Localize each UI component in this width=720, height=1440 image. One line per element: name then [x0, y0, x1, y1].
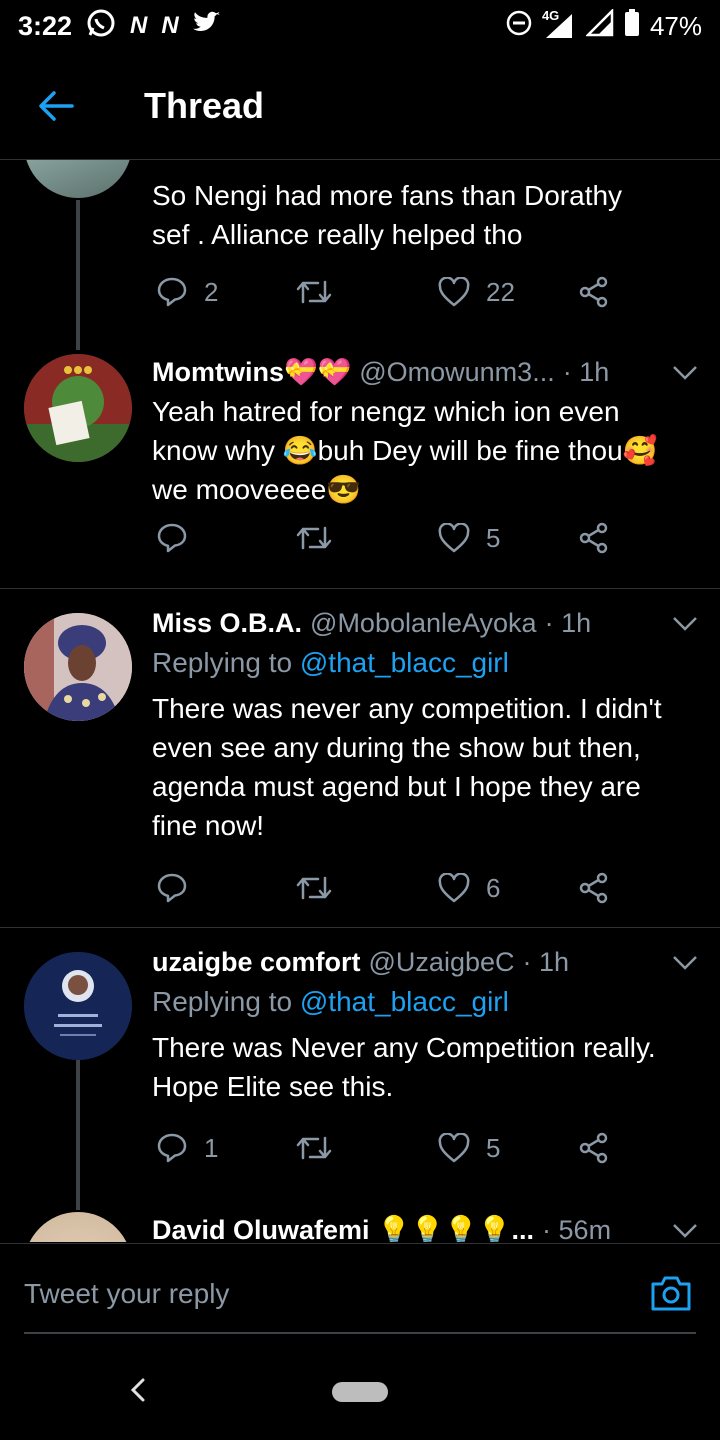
avatar[interactable] [24, 160, 132, 198]
composer-underline [24, 1332, 696, 1334]
whatsapp-icon [86, 8, 116, 45]
like-button[interactable]: 6 [438, 873, 500, 904]
status-time: 3:22 [18, 10, 73, 41]
status-bar: 3:22 N N 4G 47% [0, 0, 720, 52]
tweet[interactable]: Miss O.B.A. @MobolanleAyoka · 1h Replyin… [0, 589, 720, 927]
news-app-icon: N [161, 12, 179, 39]
replying-to: Replying to @that_blacc_girl [152, 647, 509, 678]
heart-icon [438, 873, 470, 903]
reply-button[interactable]: 2 [156, 276, 218, 308]
tweet-text: So Nengi had more fans than Dorathy sef … [152, 180, 623, 250]
reply-icon [157, 873, 187, 903]
thread-feed[interactable]: So Nengi had more fans than Dorathy sef … [0, 160, 720, 1242]
author-name[interactable]: Momtwins💝💝 [152, 356, 351, 388]
heart-icon [438, 1133, 470, 1163]
author-handle[interactable]: @MobolanleAyoka [310, 608, 537, 639]
home-pill-button[interactable] [332, 1382, 388, 1402]
author-name[interactable]: uzaigbe comfort [152, 947, 361, 978]
share-icon [579, 522, 608, 554]
reply-icon [157, 523, 187, 553]
tweet-time: · 1h [522, 946, 570, 977]
share-button[interactable] [578, 1132, 610, 1164]
avatar[interactable] [24, 613, 132, 721]
reply-button[interactable]: 1 [156, 1132, 218, 1164]
more-options-button[interactable] [672, 947, 698, 978]
like-button[interactable]: 5 [438, 523, 500, 554]
retweet-button[interactable] [296, 1134, 332, 1162]
chevron-left-icon [130, 1378, 145, 1402]
share-icon [579, 872, 608, 904]
chevron-down-icon [673, 1223, 697, 1238]
news-app-icon: N [130, 12, 148, 39]
signal-4g-icon: 4G [542, 8, 576, 40]
share-button[interactable] [578, 276, 610, 308]
retweet-icon [296, 876, 332, 900]
back-button[interactable] [0, 90, 112, 122]
chevron-down-icon [673, 616, 697, 631]
battery-icon [624, 8, 640, 44]
more-options-button[interactable] [672, 608, 698, 639]
battery-percent: 47% [649, 10, 702, 41]
reply-button[interactable] [156, 872, 188, 904]
system-back-button[interactable] [128, 1376, 148, 1409]
tweet-time: · 1h [544, 607, 592, 638]
author-handle[interactable]: @UzaigbeC [369, 947, 515, 978]
replying-to-link[interactable]: @that_blacc_girl [300, 986, 509, 1017]
do-not-disturb-icon [506, 10, 532, 43]
chevron-down-icon [673, 365, 697, 380]
tweet-text: There was Never any Competition really. … [152, 1032, 656, 1102]
share-icon [579, 1132, 608, 1164]
tweet-time: · 1h [562, 356, 610, 387]
tweet[interactable]: Momtwins💝💝 @Omowunm3... · 1h Yeah hatred… [0, 350, 720, 588]
reply-input[interactable]: Tweet your reply [24, 1278, 229, 1310]
retweet-icon [296, 280, 332, 304]
reply-button[interactable] [156, 522, 188, 554]
tweet[interactable]: So Nengi had more fans than Dorathy sef … [0, 160, 720, 350]
page-title: Thread [144, 84, 265, 126]
signal-icon [584, 7, 614, 44]
thread-line [76, 200, 80, 350]
replying-to: Replying to @that_blacc_girl [152, 986, 509, 1017]
more-options-button[interactable] [672, 1215, 698, 1243]
tweet[interactable]: uzaigbe comfort @UzaigbeC · 1h Replying … [0, 928, 720, 1210]
more-options-button[interactable] [672, 357, 698, 388]
thread-header: Thread [0, 52, 720, 160]
avatar[interactable] [24, 952, 132, 1060]
retweet-button[interactable] [296, 874, 332, 902]
retweet-button[interactable] [296, 278, 332, 306]
like-button[interactable]: 22 [438, 277, 515, 308]
tweet[interactable]: David Oluwafemi 💡💡💡💡... · 56m [0, 1210, 720, 1242]
tweet-time: · 56m [542, 1214, 612, 1243]
retweet-icon [296, 1136, 332, 1160]
tweet-text: There was never any competition. I didn'… [152, 693, 662, 841]
like-button[interactable]: 5 [438, 1133, 500, 1164]
heart-icon [438, 277, 470, 307]
retweet-icon [296, 526, 332, 550]
system-nav-bar [0, 1340, 720, 1440]
chevron-down-icon [673, 955, 697, 970]
replying-to-link[interactable]: @that_blacc_girl [300, 647, 509, 678]
share-icon [579, 276, 608, 308]
author-handle[interactable]: @Omowunm3... [359, 357, 554, 388]
share-button[interactable] [578, 872, 610, 904]
author-name[interactable]: David Oluwafemi 💡💡💡💡... [152, 1214, 534, 1242]
avatar[interactable] [24, 1212, 132, 1242]
reply-composer[interactable]: Tweet your reply [0, 1243, 720, 1334]
reply-icon [157, 277, 187, 307]
reply-icon [157, 1133, 187, 1163]
camera-button[interactable] [650, 1274, 692, 1317]
thread-line [76, 1060, 80, 1210]
tweet-text: Yeah hatred for nengz which ion even kno… [152, 396, 658, 505]
back-arrow-icon [39, 90, 74, 121]
author-name[interactable]: Miss O.B.A. [152, 608, 302, 639]
avatar[interactable] [24, 354, 132, 462]
share-button[interactable] [578, 522, 610, 554]
twitter-bird-icon [192, 11, 221, 42]
camera-icon [651, 1276, 691, 1311]
heart-icon [438, 523, 470, 553]
retweet-button[interactable] [296, 524, 332, 552]
